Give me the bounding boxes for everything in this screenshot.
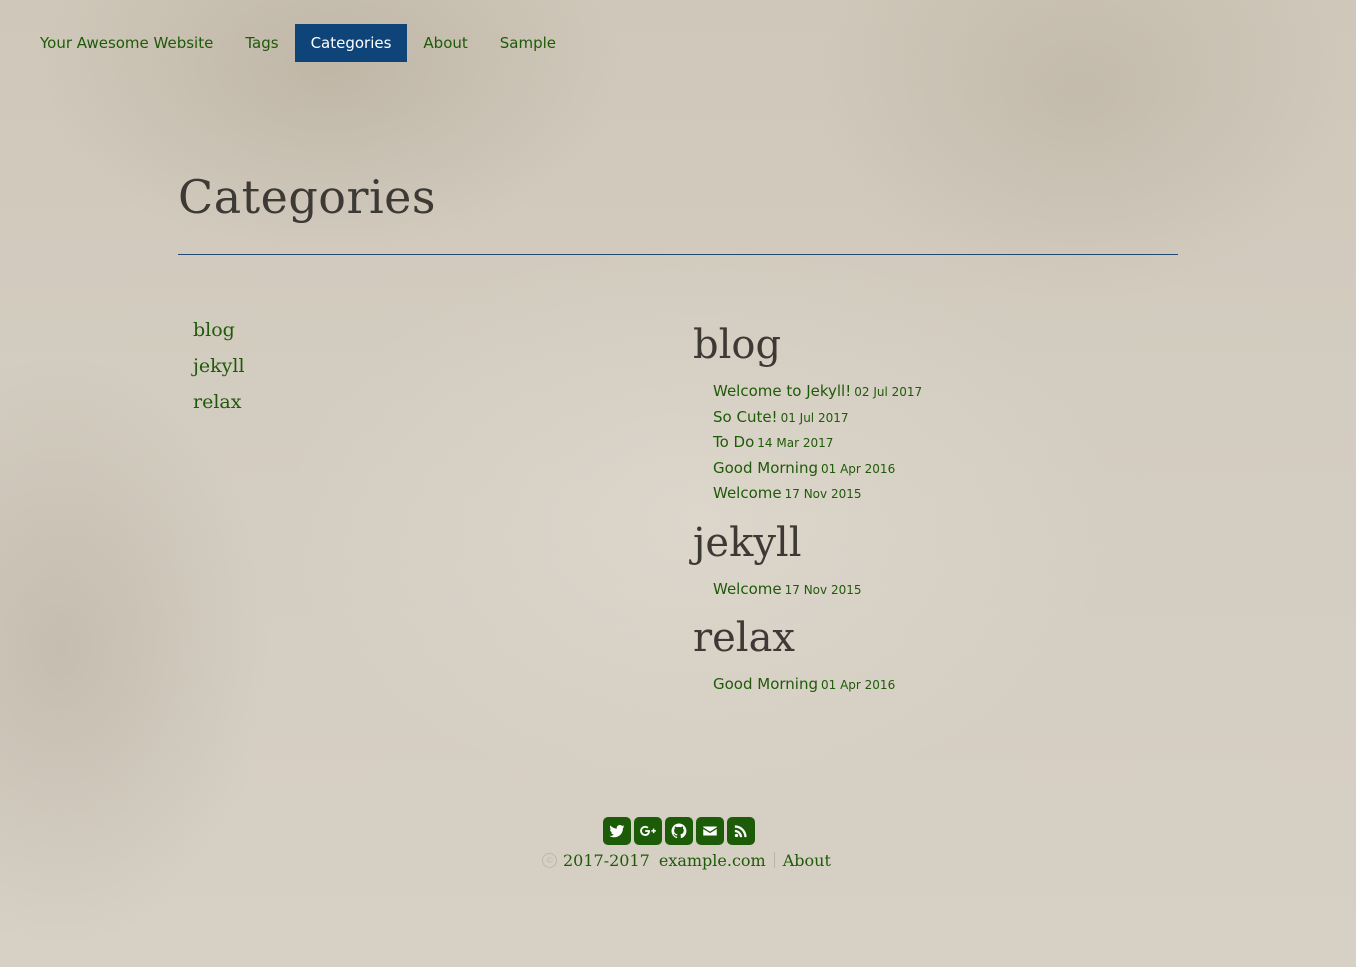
email-button[interactable] xyxy=(696,817,724,845)
section-heading-relax: relax xyxy=(693,615,795,661)
category-index-item: jekyll xyxy=(193,350,245,386)
post-list-item: Welcome 17 Nov 2015 xyxy=(713,480,1193,506)
footer-site-link[interactable]: example.com xyxy=(659,851,766,870)
footer-years: 2017-2017 xyxy=(563,850,650,870)
category-link-jekyll[interactable]: jekyll xyxy=(193,355,245,377)
post-date: 14 Mar 2017 xyxy=(757,436,834,450)
email-icon xyxy=(703,826,717,836)
post-list-item: To Do 14 Mar 2017 xyxy=(713,429,1193,455)
section-jekyll: jekyll Welcome 17 Nov 2015 xyxy=(693,516,1193,602)
footer-about-link[interactable]: About xyxy=(783,851,831,870)
post-link[interactable]: Good Morning xyxy=(713,675,818,693)
post-date: 17 Nov 2015 xyxy=(784,582,862,597)
google-plus-button[interactable] xyxy=(634,817,662,845)
google-plus-icon xyxy=(640,825,656,836)
category-index-item: relax xyxy=(193,386,245,422)
post-link[interactable]: So Cute! xyxy=(713,408,778,426)
top-nav: Your Awesome Website Tags Categories Abo… xyxy=(24,24,572,62)
post-date: 17 Nov 2015 xyxy=(784,487,862,501)
section-relax: relax Good Morning 01 Apr 2016 xyxy=(693,611,1193,697)
post-date: 02 Jul 2017 xyxy=(854,385,923,399)
nav-about-link[interactable]: About xyxy=(407,24,483,62)
category-link-relax[interactable]: relax xyxy=(193,391,241,413)
post-date: 01 Apr 2016 xyxy=(821,678,896,692)
nav-categories-link[interactable]: Categories xyxy=(294,24,408,62)
rss-button[interactable] xyxy=(727,817,755,845)
category-index: blog jekyll relax xyxy=(193,314,245,422)
category-link-blog[interactable]: blog xyxy=(193,319,235,341)
post-list-relax: Good Morning 01 Apr 2016 xyxy=(713,671,1193,697)
nav-home-link[interactable]: Your Awesome Website xyxy=(24,24,229,62)
github-button[interactable] xyxy=(665,817,693,845)
post-link[interactable]: Welcome to Jekyll! xyxy=(713,382,851,400)
post-link[interactable]: Welcome xyxy=(713,484,782,502)
post-list-item: Good Morning 01 Apr 2016 xyxy=(713,455,1193,481)
post-list-jekyll: Welcome 17 Nov 2015 xyxy=(713,576,1193,602)
github-icon xyxy=(671,823,687,839)
page-title: Categories xyxy=(178,170,436,224)
social-links xyxy=(603,817,755,845)
nav-tags-link[interactable]: Tags xyxy=(229,24,294,62)
section-heading-jekyll: jekyll xyxy=(693,519,802,566)
post-list-item: Welcome to Jekyll! 02 Jul 2017 xyxy=(713,378,1193,404)
twitter-icon xyxy=(609,824,625,838)
category-index-item: blog xyxy=(193,314,245,350)
post-list-item: Good Morning 01 Apr 2016 xyxy=(713,671,1193,697)
post-list-blog: Welcome to Jekyll! 02 Jul 2017 So Cute! 01… xyxy=(713,378,1193,506)
post-link[interactable]: Good Morning xyxy=(713,459,818,477)
post-list-item: So Cute! 01 Jul 2017 xyxy=(713,404,1193,430)
twitter-button[interactable] xyxy=(603,817,631,845)
rss-icon xyxy=(734,825,747,838)
nav-sample-link[interactable]: Sample xyxy=(484,24,572,62)
post-link[interactable]: Welcome xyxy=(713,580,782,598)
footer-copyright: © 2017-2017 example.com About xyxy=(542,849,831,871)
footer-divider xyxy=(773,852,775,868)
category-sections: blog Welcome to Jekyll! 02 Jul 2017 So Cu… xyxy=(693,318,1193,697)
post-link[interactable]: To Do xyxy=(713,433,754,451)
post-list-item: Welcome 17 Nov 2015 xyxy=(713,576,1193,602)
post-date: 01 Apr 2016 xyxy=(821,461,896,476)
section-heading-blog: blog xyxy=(693,322,782,368)
post-date: 01 Jul 2017 xyxy=(780,410,849,425)
section-blog: blog Welcome to Jekyll! 02 Jul 2017 So Cu… xyxy=(693,318,1193,506)
copyright-icon: © xyxy=(542,852,557,868)
title-divider xyxy=(178,254,1178,255)
